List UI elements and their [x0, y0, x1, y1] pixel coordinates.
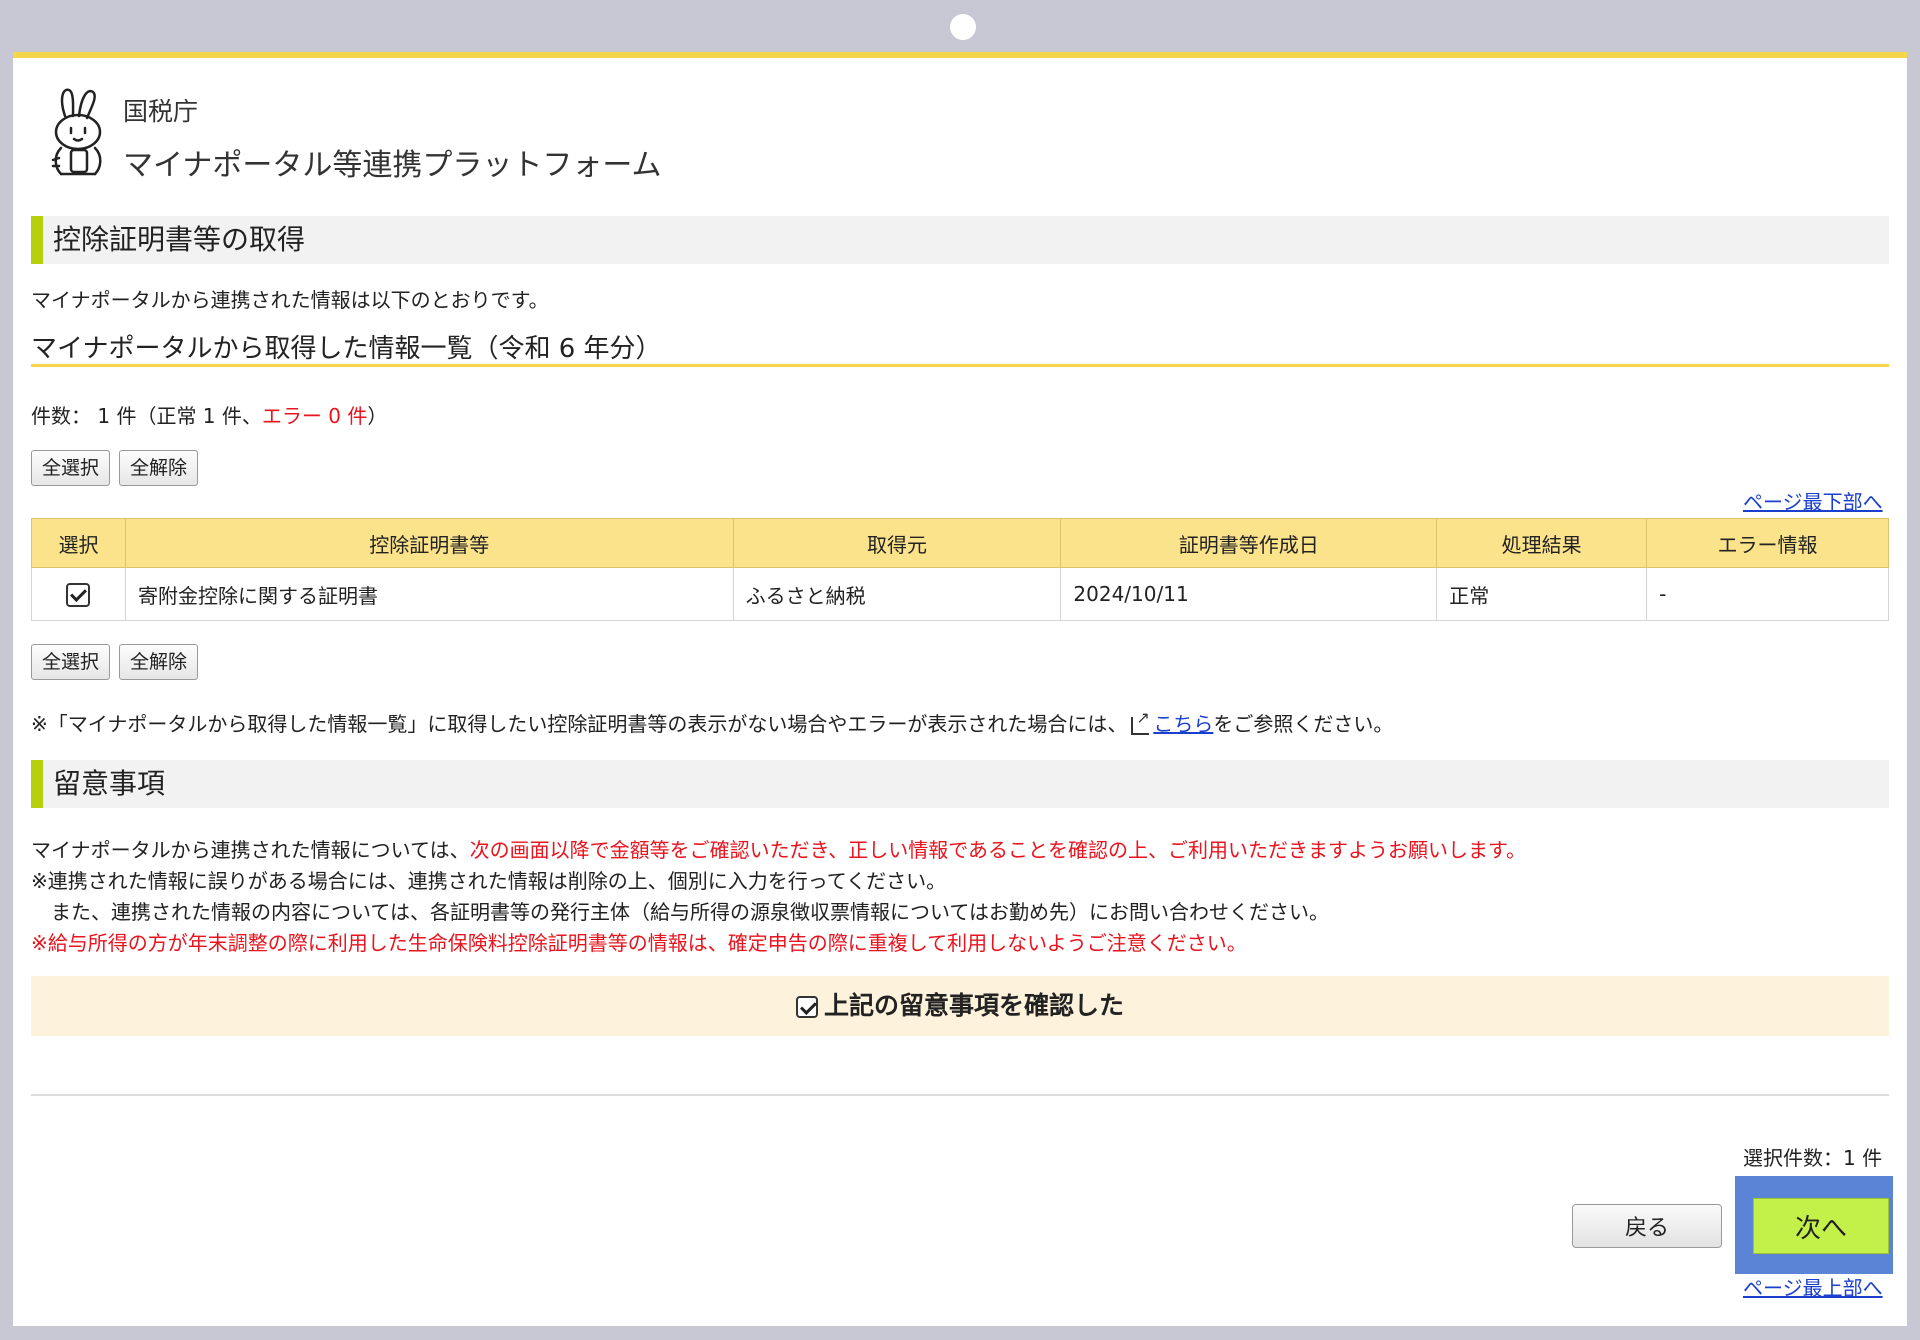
row-select-cell — [31, 567, 126, 621]
clear-all-button-top[interactable]: 全解除 — [119, 450, 199, 486]
notes-line-1-red: 次の画面以降で金額等をご確認いただき、正しい情報であることを確認の上、ご利用いた… — [469, 838, 1527, 862]
info-table: 選択 控除証明書等 取得元 証明書等作成日 処理結果 エラー情報 寄附金控除に関… — [31, 518, 1889, 621]
to-bottom-link[interactable]: ページ最下部へ — [1743, 486, 1883, 515]
row-result: 正常 — [1436, 567, 1648, 621]
external-link-icon — [1131, 708, 1150, 735]
section-title-deduction: 控除証明書等の取得 — [31, 216, 1889, 264]
row-checkbox[interactable] — [66, 582, 91, 607]
to-top-link[interactable]: ページ最上部へ — [1743, 1272, 1883, 1301]
device-frame: 国税庁 マイナポータル等連携プラットフォーム 控除証明書等の取得 マイナポータル… — [0, 0, 1920, 1340]
page-screen: 国税庁 マイナポータル等連携プラットフォーム 控除証明書等の取得 マイナポータル… — [13, 52, 1907, 1326]
notes-line-1-prefix: マイナポータルから連携された情報については、 — [31, 838, 470, 862]
table-row: 寄附金控除に関する証明書 ふるさと納税 2024/10/11 正常 - — [31, 567, 1889, 621]
notes-line-2: ※連携された情報に誤りがある場合には、連携された情報は削除の上、個別に入力を行っ… — [31, 869, 947, 893]
next-button-highlight: 次へ — [1735, 1176, 1893, 1274]
help-note-prefix: ※「マイナポータルから取得した情報一覧」に取得したい控除証明書等の表示がない場合… — [31, 712, 1128, 736]
count-prefix: 件数： 1 件（正常 1 件、 — [31, 404, 262, 428]
platform-name: マイナポータル等連携プラットフォーム — [123, 148, 662, 183]
col-source: 取得元 — [732, 518, 1062, 568]
count-error: エラー 0 件 — [261, 404, 368, 428]
count-summary: 件数： 1 件（正常 1 件、エラー 0 件） — [31, 400, 387, 429]
row-source: ふるさと納税 — [732, 567, 1062, 621]
list-title: マイナポータルから取得した情報一覧（令和 6 年分） — [31, 328, 1889, 367]
help-link[interactable]: こちら — [1153, 712, 1213, 736]
col-certificate: 控除証明書等 — [124, 518, 734, 568]
site-logo[interactable]: 国税庁 マイナポータル等連携プラットフォーム — [43, 84, 743, 184]
org-name: 国税庁 — [123, 97, 199, 126]
col-select: 選択 — [31, 518, 126, 568]
selected-count: 選択件数：1 件 — [1743, 1146, 1883, 1170]
confirm-checkbox[interactable] — [795, 996, 818, 1018]
select-all-button-top[interactable]: 全選択 — [31, 450, 111, 486]
intro-text: マイナポータルから連携された情報は以下のとおりです。 — [31, 288, 549, 312]
col-date: 証明書等作成日 — [1060, 518, 1438, 568]
confirm-label: 上記の留意事項を確認した — [823, 991, 1124, 1020]
section-title-notes: 留意事項 — [31, 760, 1889, 808]
row-error: - — [1646, 567, 1889, 621]
back-button[interactable]: 戻る — [1572, 1204, 1722, 1248]
help-note-suffix: をご参照ください。 — [1213, 712, 1394, 736]
help-note: ※「マイナポータルから取得した情報一覧」に取得したい控除証明書等の表示がない場合… — [31, 708, 1393, 737]
row-certificate: 寄附金控除に関する証明書 — [124, 567, 734, 621]
notes-line-4: ※給与所得の方が年末調整の際に利用した生命保険料控除証明書等の情報は、確定申告の… — [31, 931, 1247, 955]
table-header-row: 選択 控除証明書等 取得元 証明書等作成日 処理結果 エラー情報 — [31, 518, 1889, 568]
select-all-button-bottom[interactable]: 全選択 — [31, 644, 111, 680]
camera-dot — [950, 14, 976, 40]
next-button[interactable]: 次へ — [1753, 1198, 1889, 1254]
rabbit-mascot-icon — [51, 88, 102, 176]
col-error: エラー情報 — [1646, 518, 1889, 568]
confirm-notes-checkbox[interactable]: 上記の留意事項を確認した — [31, 976, 1889, 1036]
notes-line-3: また、連携された情報の内容については、各証明書等の発行主体（給与所得の源泉徴収票… — [31, 900, 1329, 924]
divider — [31, 1094, 1889, 1096]
col-result: 処理結果 — [1436, 518, 1648, 568]
count-suffix: ） — [367, 404, 388, 428]
clear-all-button-bottom[interactable]: 全解除 — [119, 644, 199, 680]
row-date: 2024/10/11 — [1060, 567, 1438, 621]
notes-line-1: マイナポータルから連携された情報については、次の画面以降で金額等をご確認いただき… — [31, 834, 1526, 863]
